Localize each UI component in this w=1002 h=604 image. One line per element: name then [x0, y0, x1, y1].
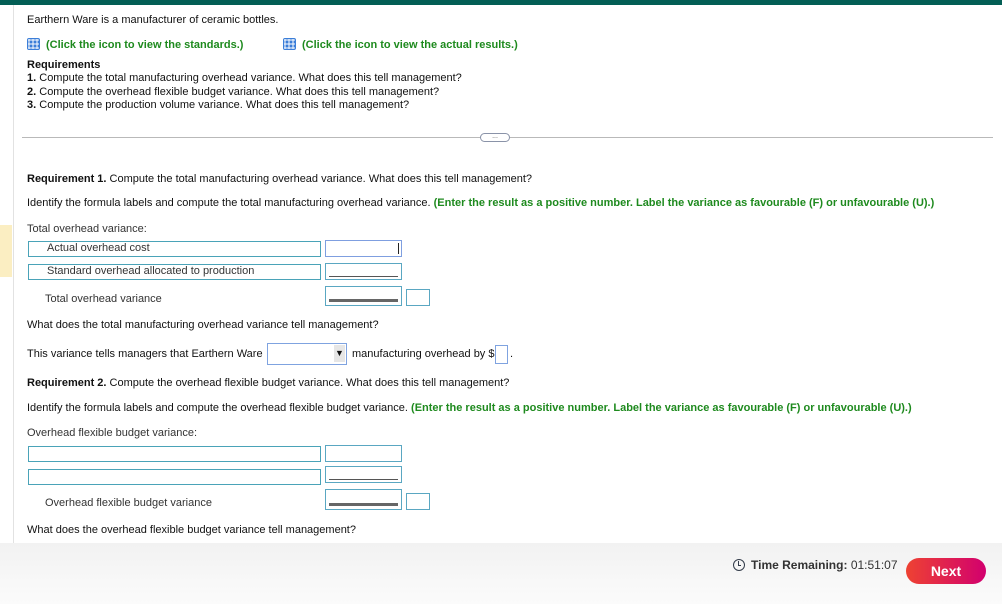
requirement-text: Compute the production volume variance. …	[36, 99, 410, 111]
grid-table-icon[interactable]	[27, 38, 40, 50]
text-cursor	[398, 243, 399, 254]
req1-heading: Requirement 1. Compute the total manufac…	[27, 173, 532, 185]
expand-pill-button[interactable]: ...	[480, 133, 510, 142]
requirement-item: 1. Compute the total manufacturing overh…	[27, 72, 462, 84]
req1-total-label: Total overhead variance	[45, 293, 162, 305]
req2-heading: Requirement 2. Compute the overhead flex…	[27, 377, 509, 389]
req1-instruction-text: (Enter the result as a positive number. …	[433, 197, 935, 209]
req2-total-label: Overhead flexible budget variance	[45, 497, 212, 509]
current-part-highlight	[0, 225, 12, 277]
req2-instruction-text: (Enter the result as a positive number. …	[411, 402, 912, 414]
req1-amount-input[interactable]	[495, 345, 508, 364]
intro-text: Earthern Ware is a manufacturer of ceram…	[27, 14, 279, 26]
req1-row1-amount-input[interactable]	[325, 240, 402, 257]
req1-instructions: Identify the formula labels and compute …	[27, 197, 934, 209]
req1-sentence-end: .	[510, 348, 514, 360]
standards-link[interactable]: (Click the icon to view the standards.)	[27, 38, 243, 51]
standards-link-label: (Click the icon to view the standards.)	[46, 39, 244, 51]
req1-identify-text: Identify the formula labels and compute …	[27, 197, 434, 209]
req2-question: What does the overhead flexible budget v…	[27, 524, 356, 536]
requirement-number: 3.	[27, 99, 37, 111]
req1-total-fu-input[interactable]	[406, 289, 430, 306]
req2-total-fu-input[interactable]	[406, 493, 430, 510]
requirement-item: 3. Compute the production volume varianc…	[27, 99, 409, 111]
req1-sentence-mid: manufacturing overhead by $	[352, 348, 495, 360]
req1-sentence-start: This variance tells managers that Earthe…	[27, 348, 263, 360]
req2-total-amount-input[interactable]	[325, 489, 402, 510]
req1-table-title: Total overhead variance:	[27, 223, 147, 235]
req2-row2-amount-input[interactable]	[325, 466, 402, 483]
req2-row2-label-field[interactable]	[28, 469, 321, 485]
req1-row2-label-field[interactable]: Standard overhead allocated to productio…	[28, 264, 321, 280]
requirement-number: 2.	[27, 86, 37, 98]
requirement-item: 2. Compute the overhead flexible budget …	[27, 86, 439, 98]
footer-bar	[0, 543, 1002, 604]
req1-direction-dropdown[interactable]: ▼	[267, 343, 347, 365]
req1-heading-text: Compute the total manufacturing overhead…	[106, 173, 533, 185]
req2-heading-label: Requirement 2.	[27, 377, 107, 389]
req1-heading-label: Requirement 1.	[27, 173, 107, 185]
time-remaining-value: 01:51:07	[850, 558, 898, 572]
top-bar	[0, 0, 1002, 5]
clock-icon	[733, 559, 745, 571]
requirement-text: Compute the overhead flexible budget var…	[36, 86, 440, 98]
requirements-title: Requirements	[27, 59, 101, 71]
req2-heading-text: Compute the overhead flexible budget var…	[106, 377, 510, 389]
req1-question: What does the total manufacturing overhe…	[27, 319, 379, 331]
req2-row1-label-field[interactable]	[28, 446, 321, 462]
requirement-text: Compute the total manufacturing overhead…	[36, 72, 462, 84]
req2-table-title: Overhead flexible budget variance:	[27, 427, 197, 439]
grid-table-icon[interactable]	[283, 38, 296, 50]
req2-identify-text: Identify the formula labels and compute …	[27, 402, 412, 414]
req2-row1-amount-input[interactable]	[325, 445, 402, 462]
actual-results-link[interactable]: (Click the icon to view the actual resul…	[283, 38, 518, 51]
time-remaining-label: Time Remaining:	[751, 558, 848, 572]
req2-instructions: Identify the formula labels and compute …	[27, 402, 912, 414]
left-border	[13, 5, 14, 543]
req1-row2-amount-input[interactable]	[325, 263, 402, 280]
req1-total-amount-input[interactable]	[325, 286, 402, 306]
next-button[interactable]: Next	[906, 558, 986, 584]
actual-results-link-label: (Click the icon to view the actual resul…	[302, 39, 518, 51]
dropdown-arrow-icon[interactable]: ▼	[334, 345, 345, 362]
requirement-number: 1.	[27, 72, 37, 84]
time-remaining: Time Remaining: 01:51:07	[733, 558, 898, 572]
req1-row1-label-field[interactable]: Actual overhead cost	[28, 241, 321, 257]
